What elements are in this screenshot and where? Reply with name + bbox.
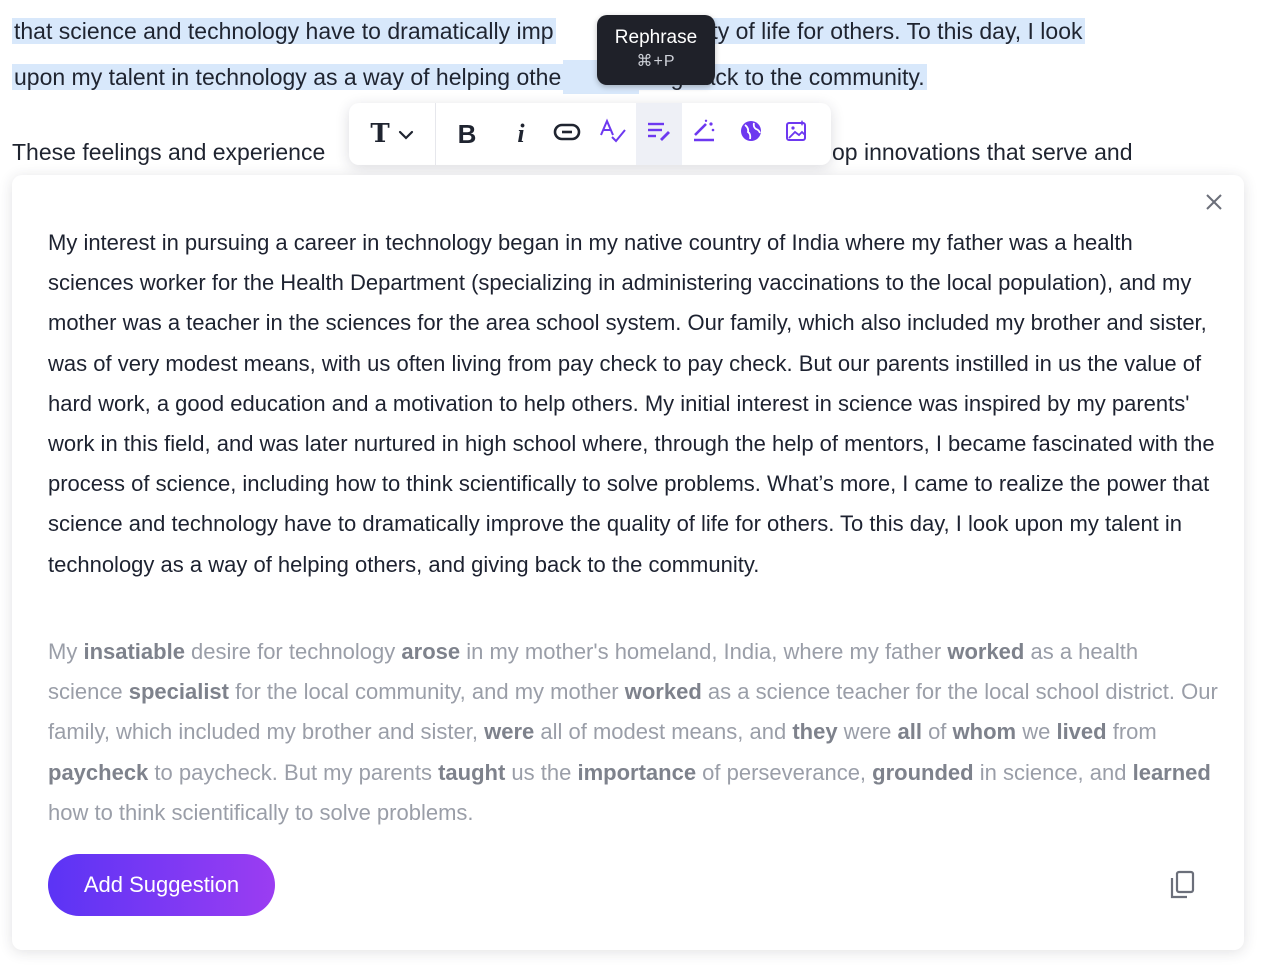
bold-button[interactable]: B [436, 103, 498, 165]
changed-word: arose [401, 639, 461, 664]
changed-word: importance [577, 759, 697, 785]
text-style-icon: T [370, 119, 390, 149]
original-text: My interest in pursuing a career in tech… [48, 230, 1215, 577]
rephrase-icon [646, 120, 672, 148]
changed-word: paycheck [48, 759, 149, 785]
rephrase-tooltip: Rephrase ⌘+P [597, 15, 715, 85]
tooltip-title: Rephrase [614, 27, 698, 48]
changed-word: taught [438, 759, 506, 785]
link-button[interactable] [544, 103, 590, 165]
italic-button[interactable]: i [498, 103, 544, 165]
document-line-2: upon my talent in technology as a way of… [12, 60, 927, 94]
selected-text: uality of life for others. To this day, … [673, 18, 1085, 44]
magic-wand-icon [692, 119, 718, 149]
rephrased-segment: of [921, 719, 953, 745]
bold-icon: B [457, 118, 477, 149]
document-line-1: that science and technology have to dram… [12, 14, 1085, 48]
image-icon [785, 119, 809, 149]
changed-word: worked [624, 679, 702, 705]
selected-text: that science and technology have to dram… [12, 18, 556, 44]
image-button[interactable] [774, 103, 820, 165]
rephrased-segment: us the [505, 759, 578, 785]
italic-icon: i [517, 119, 525, 148]
rephrased-segment: My [48, 639, 84, 664]
changed-word: were [484, 719, 535, 745]
changed-word: all [897, 719, 922, 745]
rephrased-segment: all of modest means, and [534, 719, 793, 745]
rephrased-segment: from [1106, 719, 1157, 745]
chevron-down-icon [398, 125, 414, 144]
changed-word: they [792, 719, 838, 745]
changed-word: grounded [872, 759, 974, 785]
rephrased-segment: were [837, 719, 898, 745]
add-suggestion-button[interactable]: Add Suggestion [48, 854, 275, 916]
document-line-3-end: op innovations that serve and [832, 139, 1133, 165]
changed-word: lived [1056, 719, 1107, 745]
translate-button[interactable] [728, 103, 774, 165]
spellcheck-button[interactable] [590, 103, 636, 165]
rephrased-text: My insatiable desire for technology aros… [48, 632, 1218, 833]
rephrased-segment: in my mother's homeland, India, where my… [460, 639, 948, 664]
rephrase-button[interactable] [636, 103, 682, 165]
copy-icon[interactable] [1168, 870, 1196, 900]
changed-word: specialist [128, 679, 229, 705]
rephrase-suggestion-card: My interest in pursuing a career in tech… [12, 175, 1244, 950]
tooltip-shortcut: ⌘+P [636, 53, 676, 70]
formatting-toolbar: T B i [349, 103, 831, 165]
changed-word: whom [952, 719, 1017, 745]
selected-text: upon my talent in technology as a way of… [12, 64, 564, 90]
link-icon [553, 121, 581, 147]
rephrased-segment: desire for technology [184, 639, 402, 664]
magic-button[interactable] [682, 103, 728, 165]
rephrased-segment: we [1016, 719, 1057, 745]
changed-word: learned [1132, 759, 1211, 785]
text-style-button[interactable]: T [349, 103, 435, 165]
rephrased-segment: of perseverance, [696, 759, 873, 785]
spellcheck-icon [599, 118, 627, 150]
changed-word: worked [947, 639, 1025, 664]
close-icon[interactable] [1204, 190, 1224, 216]
rephrased-segment: in science, and [973, 759, 1133, 785]
changed-word: insatiable [83, 639, 185, 664]
rephrased-segment: how to think scientifically to solve pro… [48, 799, 474, 825]
globe-icon [739, 119, 763, 149]
document-line-3: These feelings and experience [12, 139, 326, 165]
rephrased-segment: to paycheck. But my parents [148, 759, 439, 785]
rephrased-segment: for the local community, and my mother [229, 679, 625, 705]
